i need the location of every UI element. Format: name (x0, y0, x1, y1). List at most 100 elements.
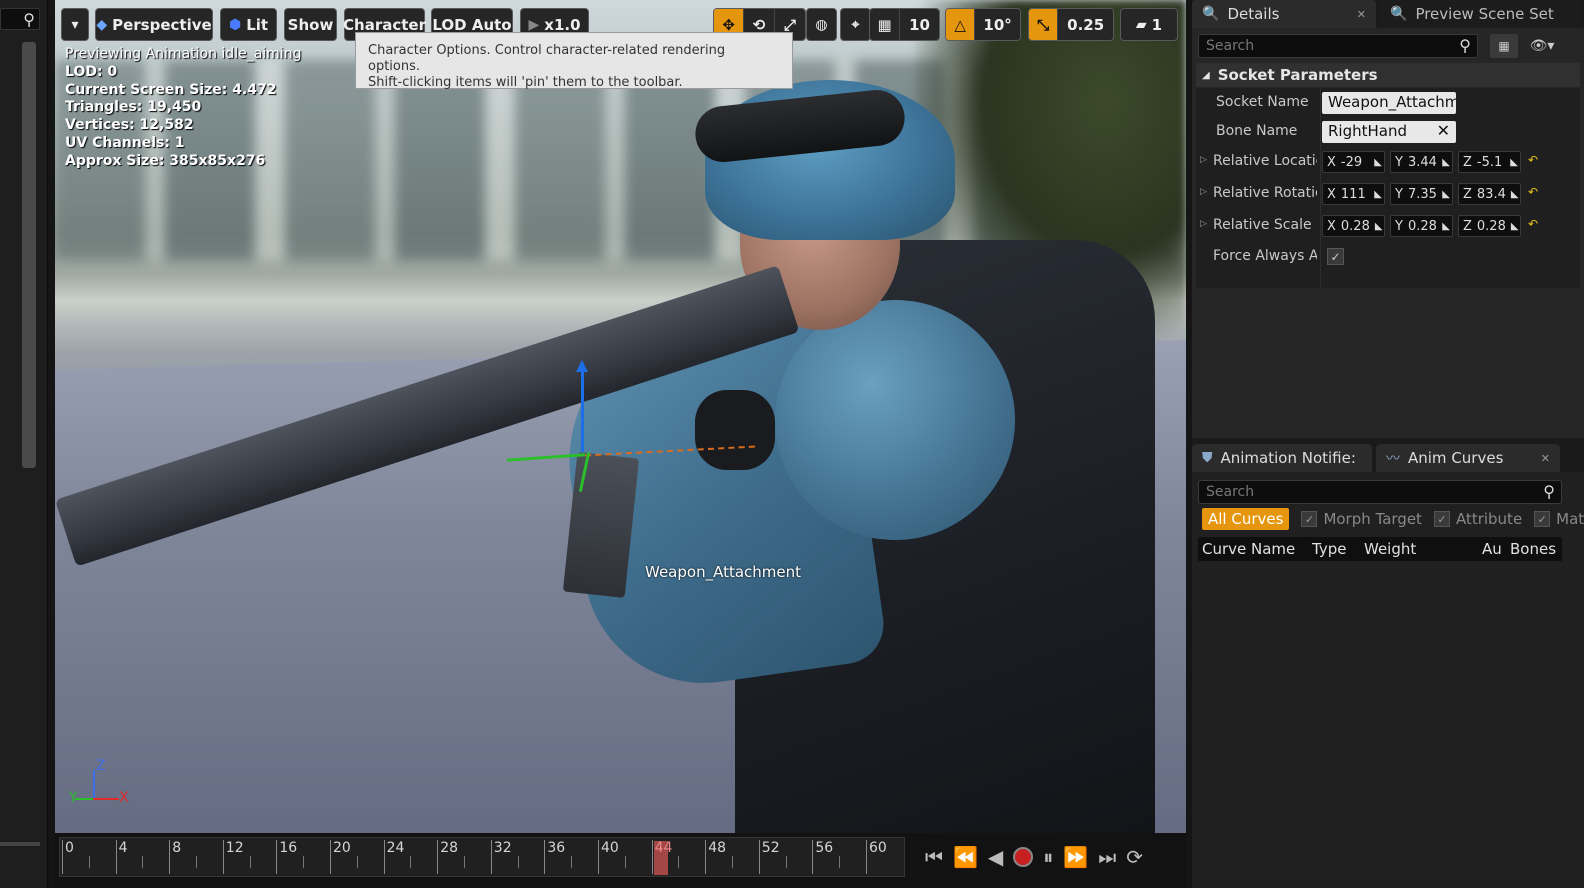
location-x-field[interactable]: X -29 ◣ (1322, 151, 1385, 173)
lit-label: Lit (246, 15, 269, 34)
filter-morph-target[interactable]: ✓ Morph Target (1301, 510, 1422, 528)
scale-y-field[interactable]: Y 0.28 ◣ (1390, 215, 1453, 237)
scale-x-field[interactable]: X 0.28 ◣ (1322, 215, 1385, 237)
tab-details-label: Details (1227, 5, 1280, 23)
tab-details[interactable]: 🔍 Details ✕ (1192, 0, 1376, 28)
close-icon[interactable]: ✕ (1357, 8, 1366, 21)
x-axis-letter: X (1327, 154, 1336, 170)
scale-z-field[interactable]: Z 0.28 ◣ (1458, 215, 1521, 237)
coordinate-space-button[interactable]: ◍ (806, 8, 837, 41)
expand-arrow-icon[interactable]: ▷ (1200, 187, 1207, 197)
chevron-down-icon: ▾ (71, 16, 79, 33)
soldier-glove (695, 390, 775, 470)
rotation-snap-toggle[interactable]: △ (946, 9, 976, 40)
lit-button[interactable]: ⬢ Lit (220, 8, 277, 41)
col-auto[interactable]: Au (1478, 540, 1506, 558)
left-horizontal-scrollbar[interactable] (0, 842, 40, 846)
tab-curves-label: Anim Curves (1408, 449, 1504, 467)
tab-preview-scene[interactable]: 🔍 Preview Scene Set (1380, 0, 1580, 28)
col-type[interactable]: Type (1308, 540, 1360, 558)
details-tabs: 🔍 Details ✕ 🔍 Preview Scene Set (1192, 0, 1584, 28)
timeline-minor-tick (839, 856, 841, 868)
stats-vertices: Vertices: 12,582 (65, 117, 194, 134)
stats-preview: Previewing Animation idle_aiming (65, 46, 302, 62)
rotation-z-value: 83.4 (1476, 186, 1506, 202)
perspective-button[interactable]: ◆ Perspective (95, 8, 213, 41)
pause-icon[interactable]: ⏸ (1043, 845, 1053, 869)
timeline-track[interactable]: 0 4 8 12 16 20 24 28 32 36 40 44 48 52 56 60 (59, 837, 905, 877)
filter-material[interactable]: ✓ Mat (1534, 510, 1584, 528)
play-reverse-icon[interactable]: ◀ (988, 845, 1003, 869)
filter-attribute[interactable]: ✓ Attribute (1433, 510, 1522, 528)
skip-to-end-icon[interactable]: ⏭ (1098, 845, 1116, 869)
expand-arrow-icon[interactable]: ▷ (1200, 155, 1207, 165)
section-socket-parameters[interactable]: ◢ Socket Parameters (1196, 63, 1580, 87)
filter-all-curves[interactable]: All Curves (1202, 508, 1290, 530)
reset-location-icon[interactable]: ↶ (1528, 153, 1538, 167)
reset-scale-icon[interactable]: ↶ (1528, 217, 1538, 231)
location-z-field[interactable]: Z -5.1 ◣ (1458, 151, 1521, 173)
socket-name-field[interactable]: Weapon_Attachme (1322, 92, 1456, 114)
left-search-field[interactable]: ⚲ (0, 8, 40, 30)
force-always-animated-checkbox[interactable]: ✓ (1327, 248, 1344, 265)
property-matrix-button[interactable]: ▦ (1490, 34, 1518, 58)
col-curve-name[interactable]: Curve Name (1198, 540, 1308, 558)
axis-x-label: X (119, 790, 129, 806)
perspective-label: Perspective (112, 15, 212, 34)
tab-animation-notifies[interactable]: ⛊ Animation Notifie: (1192, 444, 1372, 472)
tab-anim-curves[interactable]: 〰 Anim Curves ✕ (1376, 444, 1560, 472)
left-panel-strip: ⚲ (0, 0, 48, 888)
rotation-snap-value[interactable]: 10° (975, 9, 1020, 40)
camera-speed-button[interactable]: ▰ 1 (1120, 8, 1178, 41)
col-weight[interactable]: Weight (1360, 540, 1478, 558)
scale-snap-value[interactable]: 0.25 (1058, 9, 1113, 40)
scale-snap-label: 0.25 (1067, 15, 1105, 34)
soldier-shoulder (775, 300, 1015, 540)
axis-x-line (93, 798, 119, 800)
step-back-icon[interactable]: ⏪ (953, 845, 978, 869)
timeline-major-tick (115, 840, 117, 874)
tab-preview-label: Preview Scene Set (1415, 5, 1554, 23)
timeline-tick-label: 12 (225, 840, 244, 856)
curves-search-input[interactable]: Search ⚲ (1198, 480, 1562, 504)
viewport-options-button[interactable]: ▾ (61, 8, 89, 41)
checkmark-icon: ✓ (1330, 249, 1341, 264)
timeline-minor-tick (464, 856, 465, 868)
grid-snap-toggle[interactable]: ▦ (870, 9, 901, 40)
timeline-minor-tick (196, 856, 197, 868)
location-y-field[interactable]: Y 3.44 ◣ (1390, 151, 1453, 173)
details-search-input[interactable]: Search ⚲ (1198, 34, 1478, 58)
scale-snap-toggle[interactable]: ⤡ (1029, 9, 1059, 40)
record-button[interactable] (1013, 847, 1034, 867)
expand-arrow-icon[interactable]: ▷ (1200, 219, 1207, 229)
drag-handle-icon: ◣ (1374, 220, 1383, 232)
reset-rotation-icon[interactable]: ↶ (1528, 185, 1538, 199)
timeline-tick-label: 32 (493, 840, 512, 856)
bone-name-field[interactable]: RightHand ✕ (1322, 121, 1456, 143)
view-options-button[interactable]: 👁▾ (1522, 34, 1562, 58)
timeline-major-tick (62, 840, 63, 874)
surface-snap-button[interactable]: ⌖ (840, 8, 871, 41)
loop-icon[interactable]: ⟳ (1126, 845, 1143, 869)
clear-icon[interactable]: ✕ (1437, 121, 1450, 140)
location-y-value: 3.44 (1407, 154, 1437, 170)
grid-icon: ▦ (877, 15, 892, 34)
rotation-y-field[interactable]: Y 7.35 ◣ (1390, 183, 1453, 205)
preview-viewport[interactable]: Weapon_Attachment Previewing Animation i… (55, 0, 1186, 833)
rotation-x-field[interactable]: X 111 ◣ (1322, 183, 1385, 205)
timeline-major-tick (866, 840, 867, 874)
axis-z-line (93, 770, 95, 800)
col-bones[interactable]: Bones (1506, 540, 1562, 558)
timeline-tick-label: 28 (440, 840, 459, 856)
timeline-major-tick (437, 840, 439, 874)
grid-snap-value[interactable]: 10 (900, 9, 939, 40)
gizmo-z-axis[interactable] (576, 360, 588, 452)
skip-to-start-icon[interactable]: ⏮ (925, 845, 943, 869)
step-forward-icon[interactable]: ⏩ (1063, 845, 1088, 869)
rotation-z-field[interactable]: Z 83.4 ◣ (1458, 183, 1521, 205)
timeline-major-tick (276, 840, 278, 874)
close-icon[interactable]: ✕ (1541, 452, 1550, 465)
show-button[interactable]: Show (284, 8, 337, 41)
left-scrollbar[interactable] (22, 42, 36, 468)
preview-scene-icon: 🔍 (1390, 6, 1408, 22)
